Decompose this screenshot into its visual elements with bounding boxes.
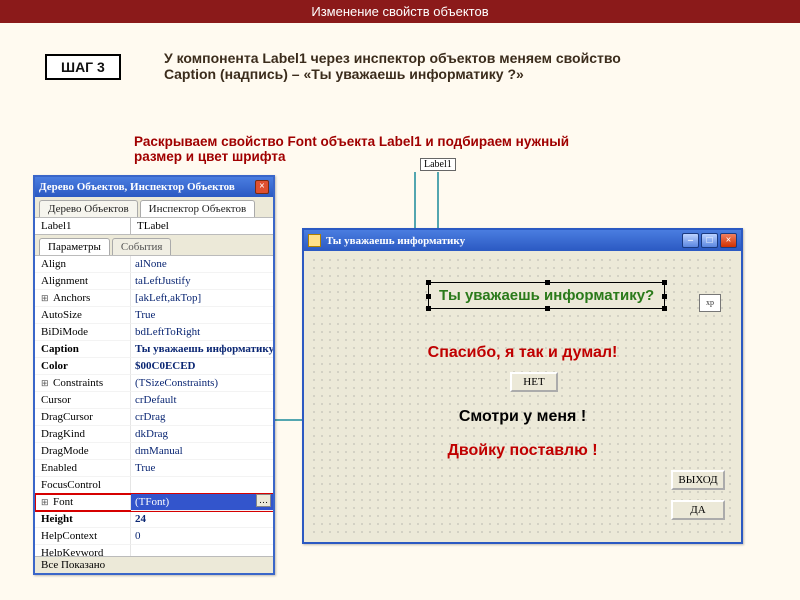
property-value[interactable]: dkDrag: [131, 426, 273, 443]
app-icon: [308, 234, 321, 247]
label-warning[interactable]: Смотри у меня !: [310, 408, 735, 426]
label-thanks[interactable]: Спасибо, я так и думал!: [310, 344, 735, 362]
property-name: Align: [35, 256, 131, 273]
property-row-constraints[interactable]: Constraints(TSizeConstraints): [35, 375, 273, 392]
property-row-helpcontext[interactable]: HelpContext0: [35, 528, 273, 545]
property-value[interactable]: bdLeftToRight: [131, 324, 273, 341]
property-name: Constraints: [35, 375, 131, 392]
inspector-titlebar[interactable]: Дерево Объектов, Инспектор Объектов ×: [35, 177, 273, 197]
inspector-main-tabs: Дерево Объектов Инспектор Объектов: [35, 197, 273, 218]
inspector-title-text: Дерево Объектов, Инспектор Объектов: [39, 181, 235, 193]
label1-text: Ты уважаешь информатику?: [439, 287, 654, 304]
property-row-enabled[interactable]: EnabledTrue: [35, 460, 273, 477]
tab-properties[interactable]: Параметры: [39, 238, 110, 255]
xp-manifest-icon[interactable]: xp: [699, 294, 721, 312]
label-threat[interactable]: Двойку поставлю !: [310, 442, 735, 460]
property-value[interactable]: alNone: [131, 256, 273, 273]
property-row-bidimode[interactable]: BiDiModebdLeftToRight: [35, 324, 273, 341]
instruction-text-1: У компонента Label1 через инспектор объе…: [164, 50, 624, 82]
exit-button[interactable]: ВЫХОД: [671, 470, 725, 490]
component-type: TLabel: [131, 218, 273, 234]
form-title-text: Ты уважаешь информатику: [326, 235, 465, 247]
close-icon[interactable]: ×: [720, 233, 737, 248]
property-value[interactable]: crDrag: [131, 409, 273, 426]
property-name: DragMode: [35, 443, 131, 460]
property-name: HelpContext: [35, 528, 131, 545]
property-name: DragKind: [35, 426, 131, 443]
property-value[interactable]: taLeftJustify: [131, 273, 273, 290]
property-name: Height: [35, 511, 131, 528]
property-row-dragcursor[interactable]: DragCursorcrDrag: [35, 409, 273, 426]
step-badge: ШАГ 3: [45, 54, 121, 80]
property-value[interactable]: [akLeft,akTop]: [131, 290, 273, 307]
property-name: FocusControl: [35, 477, 131, 494]
form-titlebar[interactable]: Ты уважаешь информатику – □ ×: [304, 230, 741, 251]
callout-label1: Label1: [420, 158, 456, 171]
property-row-autosize[interactable]: AutoSizeTrue: [35, 307, 273, 324]
property-name: Enabled: [35, 460, 131, 477]
property-row-color[interactable]: Color$00C0ECED: [35, 358, 273, 375]
tab-object-tree[interactable]: Дерево Объектов: [39, 200, 138, 217]
yes-button[interactable]: ДА: [671, 500, 725, 520]
property-name: HelpKeyword: [35, 545, 131, 556]
property-value[interactable]: True: [131, 460, 273, 477]
property-name: Caption: [35, 341, 131, 358]
property-row-cursor[interactable]: CursorcrDefault: [35, 392, 273, 409]
property-value[interactable]: [131, 545, 273, 556]
component-name: Label1: [35, 218, 131, 234]
property-row-align[interactable]: AlignalNone: [35, 256, 273, 273]
property-row-caption[interactable]: CaptionТы уважаешь информатику?: [35, 341, 273, 358]
property-row-helpkeyword[interactable]: HelpKeyword: [35, 545, 273, 556]
property-name: Font: [35, 494, 131, 511]
property-name: AutoSize: [35, 307, 131, 324]
property-row-anchors[interactable]: Anchors[akLeft,akTop]: [35, 290, 273, 307]
maximize-icon[interactable]: □: [701, 233, 718, 248]
property-value[interactable]: (TSizeConstraints): [131, 375, 273, 392]
object-inspector-window: Дерево Объектов, Инспектор Объектов × Де…: [33, 175, 275, 575]
tab-events[interactable]: События: [112, 238, 172, 255]
property-row-focuscontrol[interactable]: FocusControl: [35, 477, 273, 494]
property-value[interactable]: $00C0ECED: [131, 358, 273, 375]
property-value[interactable]: crDefault: [131, 392, 273, 409]
no-button[interactable]: НЕТ: [510, 372, 558, 392]
property-row-alignment[interactable]: AlignmenttaLeftJustify: [35, 273, 273, 290]
form-client-area[interactable]: Ты уважаешь информатику? xp Спасибо, я т…: [310, 256, 735, 536]
property-name: DragCursor: [35, 409, 131, 426]
property-value[interactable]: 24: [131, 511, 273, 528]
property-name: Alignment: [35, 273, 131, 290]
form-designer-window: Ты уважаешь информатику – □ × Ты уважаеш…: [302, 228, 743, 544]
property-value[interactable]: [131, 477, 273, 494]
inspector-sub-tabs: Параметры События: [35, 235, 273, 256]
minimize-icon[interactable]: –: [682, 233, 699, 248]
property-row-font[interactable]: Font(TFont): [35, 494, 273, 511]
property-row-dragkind[interactable]: DragKinddkDrag: [35, 426, 273, 443]
property-name: Cursor: [35, 392, 131, 409]
property-grid[interactable]: AlignalNoneAlignmenttaLeftJustifyAnchors…: [35, 256, 273, 556]
property-name: Anchors: [35, 290, 131, 307]
property-value[interactable]: 0: [131, 528, 273, 545]
tab-object-inspector[interactable]: Инспектор Объектов: [140, 200, 256, 217]
property-row-dragmode[interactable]: DragModedmManual: [35, 443, 273, 460]
inspector-status: Все Показано: [35, 556, 273, 573]
property-value[interactable]: True: [131, 307, 273, 324]
property-row-height[interactable]: Height24: [35, 511, 273, 528]
property-value[interactable]: Ты уважаешь информатику?: [131, 341, 273, 358]
label1-component[interactable]: Ты уважаешь информатику?: [428, 282, 665, 309]
instruction-text-2: Раскрываем свойство Font объекта Label1 …: [134, 134, 614, 164]
slide-title: Изменение свойств объектов: [0, 0, 800, 23]
close-icon[interactable]: ×: [255, 180, 269, 194]
property-name: BiDiMode: [35, 324, 131, 341]
property-value[interactable]: dmManual: [131, 443, 273, 460]
property-value[interactable]: (TFont): [131, 494, 273, 511]
component-selector[interactable]: Label1 TLabel: [35, 218, 273, 235]
property-name: Color: [35, 358, 131, 375]
